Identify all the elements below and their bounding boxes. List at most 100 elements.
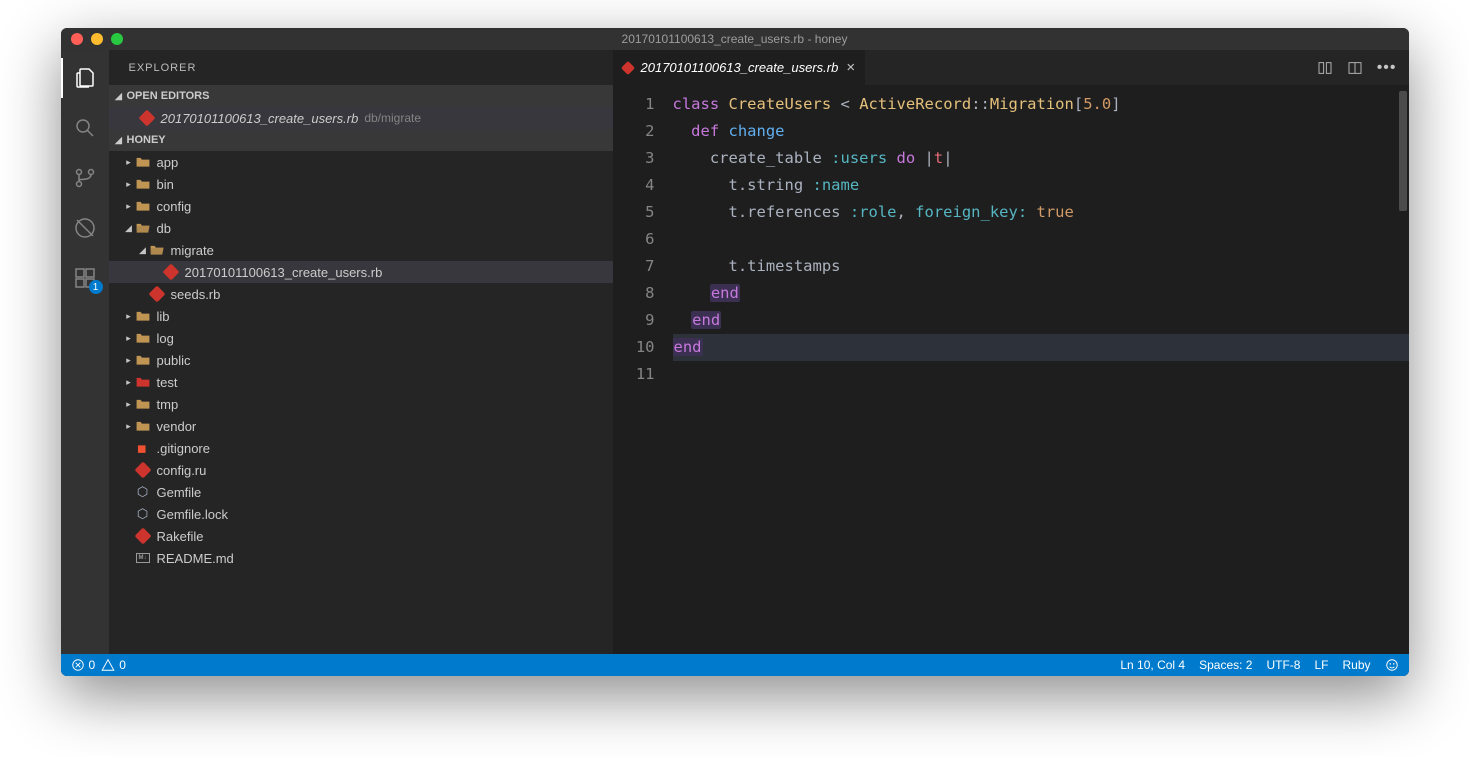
line-number: 6	[613, 226, 655, 253]
tree-file[interactable]: ⬡ Gemfile.lock	[109, 503, 613, 525]
tree-folder[interactable]: ▸config	[109, 195, 613, 217]
close-window-button[interactable]	[71, 33, 83, 45]
file-icon	[135, 462, 151, 478]
line-number: 11	[613, 361, 655, 388]
chevron-right-icon: ▸	[123, 377, 135, 388]
scrollbar[interactable]	[1399, 91, 1407, 211]
more-actions-icon[interactable]: •••	[1377, 59, 1397, 77]
folder-icon	[135, 176, 151, 192]
compare-icon[interactable]	[1317, 60, 1333, 76]
tree-item-label: tmp	[157, 397, 179, 412]
line-number: 3	[613, 145, 655, 172]
tree-folder[interactable]: ▸vendor	[109, 415, 613, 437]
tree-folder[interactable]: ◢migrate	[109, 239, 613, 261]
tree-file[interactable]: M↓README.md	[109, 547, 613, 569]
folder-icon	[135, 352, 151, 368]
file-icon: ⬡	[135, 506, 151, 522]
tree-folder[interactable]: ▸bin	[109, 173, 613, 195]
tab-bar: 20170101100613_create_users.rb × •••	[613, 50, 1409, 85]
tree-item-label: vendor	[157, 419, 197, 434]
bug-icon	[73, 216, 97, 240]
extensions-badge: 1	[89, 280, 103, 294]
error-icon	[71, 658, 85, 672]
status-feedback[interactable]	[1385, 658, 1399, 672]
chevron-right-icon: ▸	[123, 399, 135, 410]
tree-file[interactable]: config.ru	[109, 459, 613, 481]
tree-folder[interactable]: ▸app	[109, 151, 613, 173]
status-eol[interactable]: LF	[1314, 658, 1328, 672]
editor-tab[interactable]: 20170101100613_create_users.rb ×	[613, 50, 867, 85]
project-header[interactable]: ◢ HONEY	[109, 129, 613, 151]
status-errors[interactable]: 0	[71, 658, 96, 672]
sidebar-explorer: EXPLORER ◢ OPEN EDITORS 20170101100613_c…	[109, 50, 613, 654]
line-number: 2	[613, 118, 655, 145]
status-indent[interactable]: Spaces: 2	[1199, 658, 1252, 672]
activity-debug[interactable]	[61, 208, 109, 248]
code-line[interactable]	[673, 361, 1409, 388]
activity-source-control[interactable]	[61, 158, 109, 198]
code-line[interactable]: create_table :users do |t|	[673, 145, 1409, 172]
code-line[interactable]: t.string :name	[673, 172, 1409, 199]
activity-explorer[interactable]	[61, 58, 109, 98]
status-language[interactable]: Ruby	[1342, 658, 1370, 672]
tree-item-label: seeds.rb	[171, 287, 221, 302]
tree-folder[interactable]: ▸public	[109, 349, 613, 371]
tree-item-label: Rakefile	[157, 529, 204, 544]
folder-icon	[135, 198, 151, 214]
status-bar: 0 0 Ln 10, Col 4 Spaces: 2 UTF-8 LF Ruby	[61, 654, 1409, 676]
editor-actions: •••	[1317, 50, 1409, 85]
file-icon: M↓	[135, 550, 151, 566]
code-area[interactable]: 1234567891011 class CreateUsers < Active…	[613, 85, 1409, 654]
tree-folder[interactable]: ▸test	[109, 371, 613, 393]
chevron-down-icon: ◢	[123, 223, 135, 234]
zoom-window-button[interactable]	[111, 33, 123, 45]
tree-file[interactable]: seeds.rb	[109, 283, 613, 305]
status-encoding[interactable]: UTF-8	[1266, 658, 1300, 672]
code-line[interactable]: end	[673, 334, 1409, 361]
tree-folder[interactable]: ▸ tmp	[109, 393, 613, 415]
chevron-right-icon: ▸	[123, 201, 135, 212]
activity-search[interactable]	[61, 108, 109, 148]
open-editors-header[interactable]: ◢ OPEN EDITORS	[109, 85, 613, 107]
sidebar-title: EXPLORER	[109, 50, 613, 85]
tree-folder[interactable]: ◢ db	[109, 217, 613, 239]
tree-folder[interactable]: ▸log	[109, 327, 613, 349]
split-editor-icon[interactable]	[1347, 60, 1363, 76]
tree-item-label: Gemfile.lock	[157, 507, 229, 522]
status-cursor[interactable]: Ln 10, Col 4	[1120, 658, 1185, 672]
file-icon	[163, 264, 179, 280]
search-icon	[73, 116, 97, 140]
minimize-window-button[interactable]	[91, 33, 103, 45]
open-editor-item[interactable]: 20170101100613_create_users.rbdb/migrate	[109, 107, 613, 129]
tree-file[interactable]: ⬡Gemfile	[109, 481, 613, 503]
code-content[interactable]: class CreateUsers < ActiveRecord::Migrat…	[673, 91, 1409, 654]
file-path: db/migrate	[364, 111, 421, 125]
code-line[interactable]	[673, 226, 1409, 253]
code-line[interactable]: t.timestamps	[673, 253, 1409, 280]
code-line[interactable]: class CreateUsers < ActiveRecord::Migrat…	[673, 91, 1409, 118]
folder-icon	[149, 242, 165, 258]
project-label: HONEY	[127, 134, 166, 146]
tree-file[interactable]: Rakefile	[109, 525, 613, 547]
tree-item-label: migrate	[171, 243, 214, 258]
code-line[interactable]: end	[673, 280, 1409, 307]
activity-extensions[interactable]: 1	[61, 258, 109, 298]
code-line[interactable]: def change	[673, 118, 1409, 145]
files-icon	[73, 66, 97, 90]
status-warnings[interactable]: 0	[101, 658, 126, 672]
code-line[interactable]: end	[673, 307, 1409, 334]
tree-item-label: lib	[157, 309, 170, 324]
chevron-down-icon: ◢	[113, 91, 125, 102]
window-controls	[71, 33, 123, 45]
tree-file[interactable]: 20170101100613_create_users.rb	[109, 261, 613, 283]
tree-item-label: log	[157, 331, 174, 346]
tree-file[interactable]: ◆.gitignore	[109, 437, 613, 459]
tree-item-label: 20170101100613_create_users.rb	[185, 265, 383, 280]
tree-item-label: db	[157, 221, 171, 236]
folder-icon	[135, 308, 151, 324]
code-line[interactable]: t.references :role, foreign_key: true	[673, 199, 1409, 226]
titlebar: 20170101100613_create_users.rb - honey	[61, 28, 1409, 50]
close-tab-button[interactable]: ×	[846, 59, 855, 76]
line-number: 1	[613, 91, 655, 118]
tree-folder[interactable]: ▸lib	[109, 305, 613, 327]
